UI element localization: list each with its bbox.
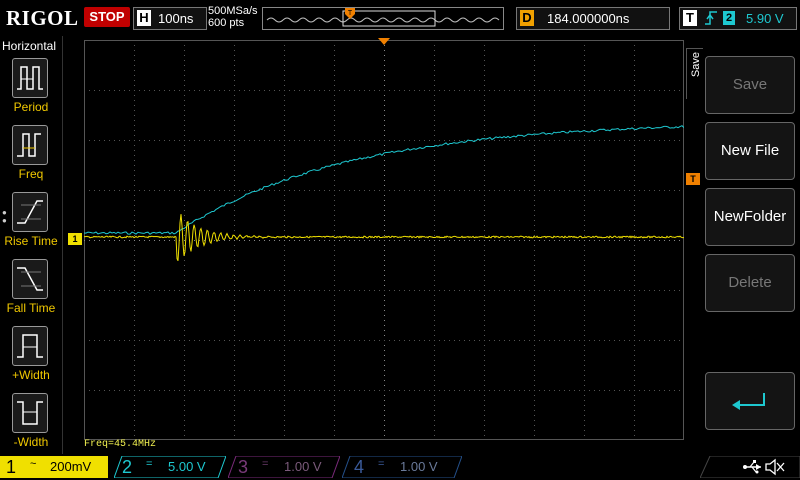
measure-period-label: Period xyxy=(13,100,49,114)
delay-value: 184.000000ns xyxy=(547,11,630,26)
trigger-letter: T xyxy=(683,10,697,26)
measure-menu: Horizontal Period Freq Rise Time Fall Ti… xyxy=(0,36,63,456)
ch2-scale: 5.00 V xyxy=(168,459,206,474)
ch4-status[interactable]: 4 = 1.00 V xyxy=(342,456,462,478)
measure-freq-label: Freq xyxy=(18,167,44,181)
new-folder-button[interactable]: NewFolder xyxy=(705,188,795,246)
ch2-status[interactable]: 2 = 5.00 V xyxy=(114,456,226,478)
measure-positive-width-label: +Width xyxy=(12,368,50,382)
menu-page-indicator: ● ● xyxy=(2,208,7,225)
ch1-status[interactable]: 1 ~ 200mV xyxy=(0,456,110,478)
rise-time-icon xyxy=(12,192,48,232)
run-stop-status[interactable]: STOP xyxy=(84,7,130,27)
measure-positive-width-button[interactable]: +Width xyxy=(0,326,62,392)
brand-logo: RIGOL xyxy=(6,6,79,30)
svg-text:T: T xyxy=(348,10,353,17)
acquisition-info: 500MSa/s 600 pts xyxy=(208,5,258,29)
ch3-scale: 1.00 V xyxy=(284,459,322,474)
memory-depth: 600 pts xyxy=(208,17,245,29)
sample-rate: 500MSa/s xyxy=(208,5,258,17)
new-file-button[interactable]: New File xyxy=(705,122,795,180)
ch3-number: 3 xyxy=(238,457,249,477)
freq-icon xyxy=(12,125,48,165)
delay-indicator[interactable]: D 184.000000ns xyxy=(516,7,670,30)
measure-fall-time-button[interactable]: Fall Time xyxy=(0,259,62,325)
timebase-indicator[interactable]: H 100ns xyxy=(133,7,207,30)
delete-button[interactable]: Delete xyxy=(705,254,795,312)
ch3-status[interactable]: 3 = 1.00 V xyxy=(228,456,340,478)
waveform-display[interactable] xyxy=(84,40,684,440)
positive-width-icon xyxy=(12,326,48,366)
timebase-letter: H xyxy=(137,10,151,26)
ch1-coupling-icon: ~ xyxy=(30,458,37,470)
period-icon xyxy=(12,58,48,98)
trigger-source-badge: 2 xyxy=(723,11,735,25)
measure-negative-width-button[interactable]: -Width xyxy=(0,393,62,459)
measure-freq-button[interactable]: Freq xyxy=(0,125,62,191)
ch4-coupling-icon: = xyxy=(378,458,385,470)
trigger-time-marker xyxy=(378,38,390,45)
trigger-indicator[interactable]: T 2 5.90 V xyxy=(679,7,797,30)
frequency-readout: Freq=45.4MHz xyxy=(84,439,157,450)
save-button[interactable]: Save xyxy=(705,56,795,114)
ch2-coupling-icon: = xyxy=(146,458,153,470)
ch2-number: 2 xyxy=(122,457,133,477)
return-button[interactable] xyxy=(705,372,795,430)
ch4-number: 4 xyxy=(354,457,365,477)
ch3-coupling-icon: = xyxy=(262,458,269,470)
trigger-level-marker[interactable]: T xyxy=(686,173,700,185)
fall-time-icon xyxy=(12,259,48,299)
memory-waveform-overview xyxy=(266,10,500,27)
measure-rise-time-button[interactable]: Rise Time xyxy=(0,192,62,258)
ch2-waveform xyxy=(84,125,684,235)
negative-width-icon xyxy=(12,393,48,433)
ch1-offset-marker[interactable]: 1 xyxy=(68,233,82,245)
memory-position-bar: T xyxy=(262,7,504,30)
timebase-value: 100ns xyxy=(158,11,194,26)
delay-letter: D xyxy=(520,10,534,26)
measure-rise-time-label: Rise Time xyxy=(4,234,58,248)
measure-period-button[interactable]: Period xyxy=(0,58,62,124)
speaker-mute-icon[interactable] xyxy=(764,458,786,476)
ch1-scale: 200mV xyxy=(50,459,92,474)
measure-fall-time-label: Fall Time xyxy=(6,301,56,315)
measure-negative-width-label: -Width xyxy=(13,435,49,449)
return-arrow-icon xyxy=(732,393,765,410)
graticule xyxy=(84,40,684,440)
rising-edge-icon xyxy=(705,11,717,25)
trigger-level-value: 5.90 V xyxy=(746,11,784,26)
ch4-scale: 1.00 V xyxy=(400,459,438,474)
measure-menu-title: Horizontal xyxy=(2,39,57,53)
save-menu-title: Save xyxy=(690,52,702,78)
usb-icon xyxy=(743,460,761,474)
trigger-position-icon: T xyxy=(345,8,355,19)
ch1-number: 1 xyxy=(6,457,17,477)
ch1-waveform xyxy=(84,214,684,262)
